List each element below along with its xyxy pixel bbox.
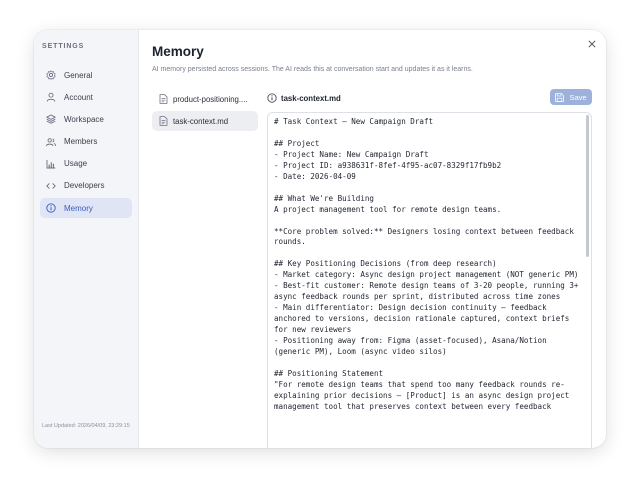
sidebar-item-label: Developers <box>64 181 105 191</box>
sidebar-item-label: Memory <box>64 203 93 213</box>
info-icon <box>267 93 277 103</box>
sidebar-item-members[interactable]: Members <box>40 132 132 152</box>
sidebar-item-developers[interactable]: Developers <box>40 176 132 196</box>
sidebar-item-label: Account <box>64 92 93 102</box>
memory-editor-content[interactable]: # Task Context — New Campaign Draft ## P… <box>274 117 581 413</box>
last-updated-text: Last Updated: 2026/04/09, 23:29:15 <box>42 423 130 429</box>
sidebar-nav: General Account Workspace Members Usage … <box>40 65 132 220</box>
settings-modal: SETTINGS General Account Workspace Membe… <box>34 30 606 448</box>
users-icon <box>46 137 56 147</box>
bar-chart-icon <box>46 159 56 169</box>
file-item-label: product-positioning.... <box>173 94 248 104</box>
memory-file-list: product-positioning.... task-context.md <box>152 89 258 133</box>
sidebar-item-workspace[interactable]: Workspace <box>40 109 132 129</box>
sidebar-item-label: Members <box>64 137 98 147</box>
save-button-label: Save <box>569 92 587 102</box>
sidebar-item-memory[interactable]: Memory <box>40 198 132 219</box>
code-icon <box>46 181 56 191</box>
save-button[interactable]: Save <box>550 89 592 105</box>
sidebar-item-account[interactable]: Account <box>40 87 132 107</box>
sidebar-item-general[interactable]: General <box>40 65 132 85</box>
close-button[interactable] <box>587 39 597 49</box>
file-item-task-context[interactable]: task-context.md <box>152 111 258 131</box>
close-icon <box>588 40 596 48</box>
sidebar-item-label: Workspace <box>64 114 104 124</box>
file-icon <box>159 94 168 104</box>
editor-filename: task-context.md <box>281 93 341 103</box>
sidebar-item-label: Usage <box>64 159 88 169</box>
page-subtitle: AI memory persisted across sessions. The… <box>152 66 473 73</box>
editor-scrollbar[interactable] <box>586 115 589 257</box>
user-icon <box>46 92 56 102</box>
file-icon <box>159 116 168 126</box>
memory-editor[interactable]: # Task Context — New Campaign Draft ## P… <box>267 112 592 448</box>
layers-icon <box>46 114 56 125</box>
sidebar-item-usage[interactable]: Usage <box>40 154 132 174</box>
editor-header: task-context.md Save <box>267 89 592 106</box>
page-title: Memory <box>152 44 204 59</box>
info-icon <box>46 203 56 213</box>
gear-icon <box>46 70 56 80</box>
sidebar-item-label: General <box>64 70 93 80</box>
settings-sidebar: SETTINGS General Account Workspace Membe… <box>34 30 139 448</box>
file-item-label: task-context.md <box>173 116 229 126</box>
file-item-product-positioning[interactable]: product-positioning.... <box>152 89 258 109</box>
save-icon <box>555 92 565 102</box>
sidebar-heading: SETTINGS <box>42 43 85 50</box>
memory-panel: Memory AI memory persisted across sessio… <box>139 30 606 448</box>
